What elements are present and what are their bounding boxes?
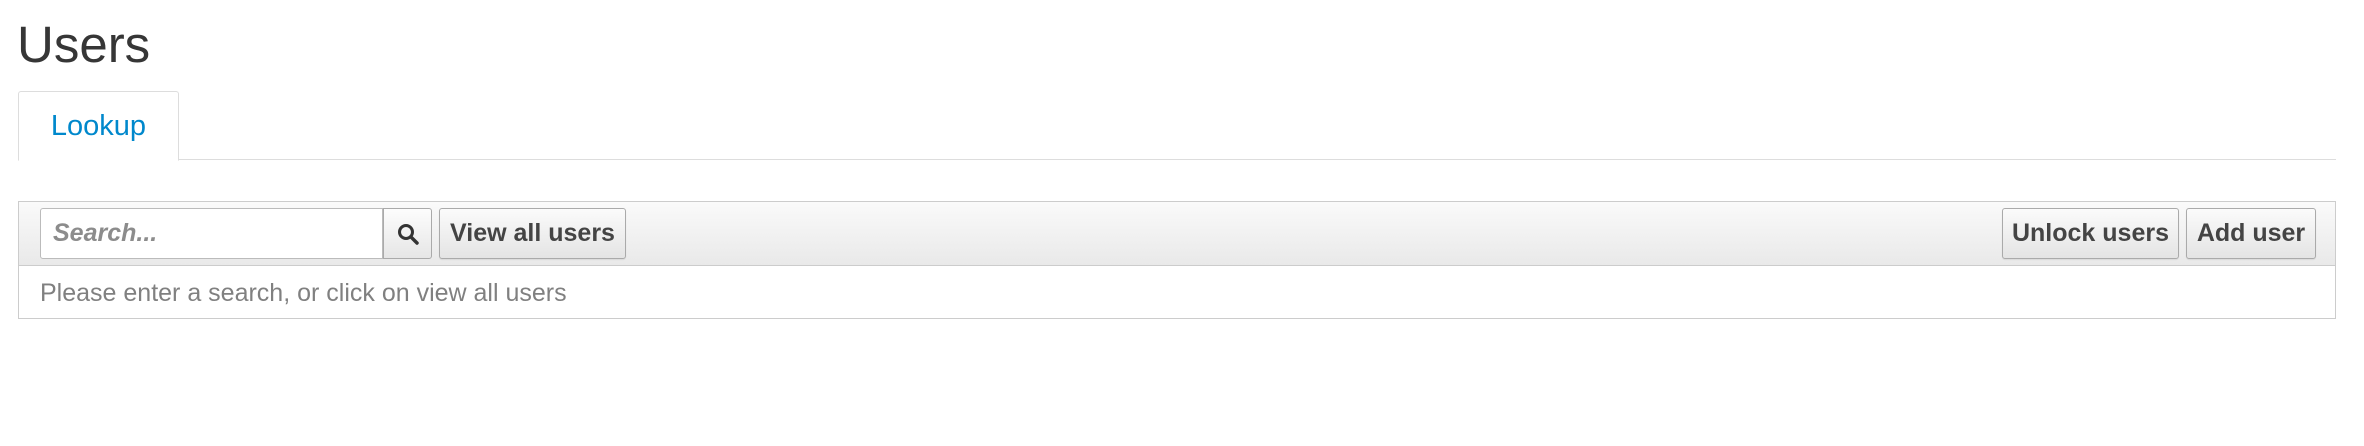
tab-lookup-label: Lookup [50,109,147,142]
tab-lookup[interactable]: Lookup [18,91,179,161]
users-page: Users Lookup View all users Unlock users… [0,0,2364,446]
empty-results-message: Please enter a search, or click on view … [40,279,567,307]
lookup-panel: View all users Unlock users Add user Ple… [18,201,2336,319]
page-title: Users [17,16,151,73]
search-icon [397,223,419,245]
search-input[interactable] [40,208,383,259]
unlock-users-button[interactable]: Unlock users [2002,208,2179,259]
add-user-button[interactable]: Add user [2186,208,2316,259]
tab-bar: Lookup [18,91,2336,161]
search-button[interactable] [383,208,432,259]
search-toolbar: View all users Unlock users Add user [19,202,2335,266]
view-all-users-button[interactable]: View all users [439,208,626,259]
